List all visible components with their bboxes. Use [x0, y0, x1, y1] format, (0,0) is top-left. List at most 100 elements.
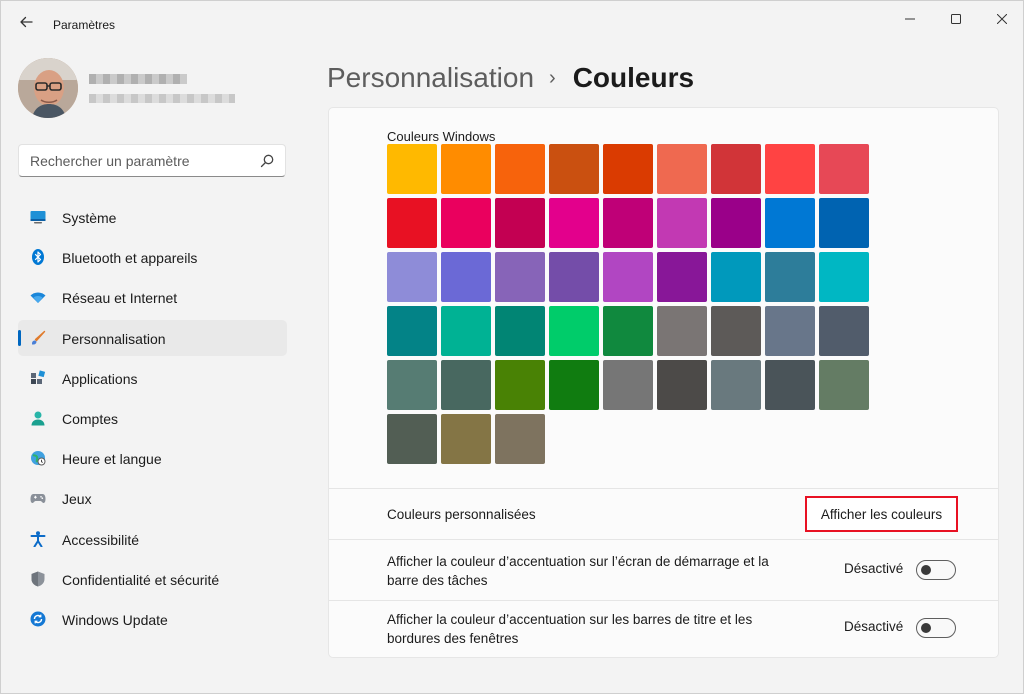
color-swatch[interactable]: [657, 360, 707, 410]
color-swatch[interactable]: [387, 306, 437, 356]
close-icon: [997, 14, 1007, 24]
shield-icon: [31, 571, 45, 587]
close-button[interactable]: [979, 5, 1024, 33]
sidebar-item-label: Applications: [62, 370, 138, 387]
color-swatch[interactable]: [441, 252, 491, 302]
color-swatch[interactable]: [765, 360, 815, 410]
accent-titlebars-row: Afficher la couleur d’accentuation sur l…: [329, 600, 998, 658]
color-swatch[interactable]: [603, 306, 653, 356]
color-swatch[interactable]: [603, 198, 653, 248]
sidebar-item-confidentialite[interactable]: Confidentialité et sécurité: [18, 561, 287, 597]
sidebar-item-bluetooth[interactable]: Bluetooth et appareils: [18, 239, 287, 275]
accent-taskbar-toggle[interactable]: [916, 560, 956, 580]
toggle-knob: [921, 623, 931, 633]
sidebar-item-label: Système: [62, 210, 117, 226]
color-swatch[interactable]: [711, 360, 761, 410]
user-photo-icon: [18, 58, 78, 118]
accessibility-icon: [30, 530, 46, 547]
color-swatch[interactable]: [387, 144, 437, 194]
color-swatch[interactable]: [495, 252, 545, 302]
sidebar-item-heure-langue[interactable]: Heure et langue: [18, 440, 287, 476]
color-swatch[interactable]: [441, 414, 491, 464]
color-swatch[interactable]: [819, 360, 869, 410]
color-swatch[interactable]: [387, 414, 437, 464]
color-swatch[interactable]: [603, 252, 653, 302]
breadcrumb-parent[interactable]: Personnalisation: [327, 62, 534, 94]
sidebar-item-applications[interactable]: Applications: [18, 360, 287, 396]
color-swatch[interactable]: [765, 144, 815, 194]
sidebar-item-accessibilite[interactable]: Accessibilité: [18, 521, 287, 557]
color-swatch[interactable]: [441, 198, 491, 248]
accent-titlebars-state: Désactivé: [844, 619, 904, 634]
color-swatch[interactable]: [549, 360, 599, 410]
color-swatch[interactable]: [441, 306, 491, 356]
color-swatch[interactable]: [657, 306, 707, 356]
show-colors-button[interactable]: Afficher les couleurs: [805, 496, 958, 532]
color-swatch[interactable]: [819, 144, 869, 194]
wifi-icon: [30, 292, 46, 304]
update-icon: [30, 611, 46, 627]
color-swatch[interactable]: [657, 144, 707, 194]
custom-colors-label: Couleurs personnalisées: [387, 507, 536, 522]
settings-window: Paramètres Système: [0, 0, 1024, 694]
system-icon: [30, 211, 46, 224]
page-title: Couleurs: [572, 62, 695, 93]
sidebar-item-label: Bluetooth et appareils: [62, 250, 198, 267]
globe-clock-icon: [31, 451, 46, 466]
sidebar-nav: Système Bluetooth et appareils Réseau et…: [18, 199, 287, 641]
back-arrow-icon: [20, 16, 33, 28]
color-swatch[interactable]: [765, 306, 815, 356]
color-swatch[interactable]: [711, 306, 761, 356]
color-swatch[interactable]: [711, 144, 761, 194]
minimize-button[interactable]: [887, 5, 933, 33]
apps-icon: [31, 370, 46, 384]
accent-titlebars-toggle[interactable]: [916, 618, 956, 638]
color-swatch[interactable]: [549, 252, 599, 302]
color-swatch[interactable]: [387, 252, 437, 302]
sidebar-item-label: Réseau et Internet: [62, 290, 178, 307]
sidebar-item-systeme[interactable]: Système: [18, 199, 287, 235]
sidebar-item-label: Personnalisation: [62, 330, 166, 347]
color-swatch[interactable]: [441, 360, 491, 410]
color-swatch[interactable]: [387, 360, 437, 410]
search-input[interactable]: [19, 145, 249, 176]
color-swatch[interactable]: [495, 360, 545, 410]
color-swatch[interactable]: [603, 360, 653, 410]
color-swatch[interactable]: [495, 414, 545, 464]
color-swatch[interactable]: [657, 252, 707, 302]
color-swatch[interactable]: [711, 252, 761, 302]
sidebar-item-comptes[interactable]: Comptes: [18, 400, 287, 436]
sidebar-item-personnalisation[interactable]: Personnalisation: [18, 319, 287, 356]
accent-titlebars-label: Afficher la couleur d’accentuation sur l…: [387, 612, 753, 646]
bluetooth-icon: [32, 249, 44, 266]
color-swatch[interactable]: [387, 198, 437, 248]
color-swatch[interactable]: [441, 144, 491, 194]
color-swatch[interactable]: [657, 198, 707, 248]
color-swatch[interactable]: [765, 252, 815, 302]
color-swatch[interactable]: [711, 198, 761, 248]
color-swatch[interactable]: [549, 144, 599, 194]
sidebar-item-label: Heure et langue: [62, 451, 162, 468]
sidebar-item-reseau[interactable]: Réseau et Internet: [18, 279, 287, 315]
color-swatch[interactable]: [495, 198, 545, 248]
maximize-button[interactable]: [933, 5, 979, 33]
search-icon[interactable]: [259, 153, 275, 169]
breadcrumb-separator: ›: [549, 66, 556, 89]
color-swatch[interactable]: [495, 144, 545, 194]
color-swatch[interactable]: [549, 306, 599, 356]
color-swatch[interactable]: [549, 198, 599, 248]
color-swatch[interactable]: [603, 144, 653, 194]
avatar[interactable]: [18, 58, 78, 118]
color-swatch[interactable]: [819, 252, 869, 302]
color-swatch[interactable]: [495, 306, 545, 356]
accent-taskbar-row: Afficher la couleur d’accentuation sur l…: [329, 539, 998, 600]
color-swatch[interactable]: [819, 306, 869, 356]
accent-taskbar-label: Afficher la couleur d’accentuation sur l…: [387, 554, 769, 588]
minimize-icon: [905, 18, 915, 20]
color-swatch[interactable]: [819, 198, 869, 248]
color-swatch[interactable]: [765, 198, 815, 248]
sidebar-item-jeux[interactable]: Jeux: [18, 480, 287, 516]
color-swatch-grid: [387, 144, 869, 464]
back-button[interactable]: [13, 9, 39, 35]
sidebar-item-windows-update[interactable]: Windows Update: [18, 601, 287, 637]
